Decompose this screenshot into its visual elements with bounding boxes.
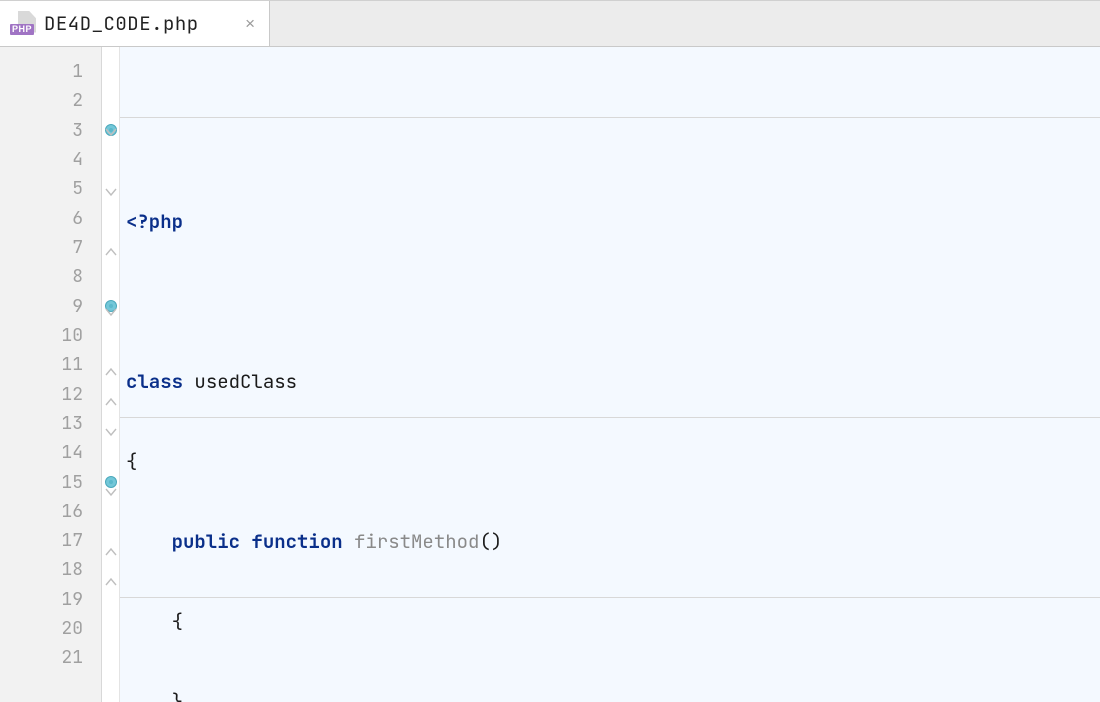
line-number[interactable]: 12	[0, 379, 101, 408]
fold-end-icon[interactable]	[102, 567, 119, 597]
php-file-icon: PHP	[10, 13, 36, 35]
code-line[interactable]: {	[120, 447, 1100, 477]
line-number[interactable]: 9 ↓	[0, 292, 101, 321]
line-number[interactable]: 11	[0, 350, 101, 379]
line-number[interactable]: 17	[0, 526, 101, 555]
line-number[interactable]: 1	[0, 57, 101, 86]
code-line[interactable]: }	[120, 687, 1100, 702]
line-number[interactable]	[0, 673, 101, 702]
code-line[interactable]: {	[120, 607, 1100, 637]
code-line[interactable]: public function firstMethod()	[120, 527, 1100, 557]
file-tab[interactable]: PHP DE4D_C0DE.php ×	[0, 1, 270, 46]
line-number[interactable]: 10	[0, 321, 101, 350]
line-number[interactable]: 4	[0, 145, 101, 174]
fold-end-icon[interactable]	[102, 237, 119, 267]
tab-bar: PHP DE4D_C0DE.php ×	[0, 0, 1100, 47]
fold-end-icon[interactable]	[102, 357, 119, 387]
editor: 1 2 3 ↓ 4 5 6 7 8 9 ↓ 10 11 12 13 14 15 …	[0, 47, 1100, 702]
line-number[interactable]: 16	[0, 497, 101, 526]
line-number[interactable]: 5	[0, 174, 101, 203]
line-number[interactable]: 14	[0, 438, 101, 467]
fold-column	[102, 47, 120, 702]
line-number[interactable]: 21	[0, 643, 101, 672]
line-number[interactable]: 6	[0, 204, 101, 233]
fold-toggle-icon[interactable]	[102, 477, 119, 507]
fold-toggle-icon[interactable]	[102, 297, 119, 327]
fold-toggle-icon[interactable]	[102, 417, 119, 447]
fold-toggle-icon[interactable]	[102, 177, 119, 207]
php-badge-label: PHP	[10, 24, 34, 35]
code-line[interactable]: <?php	[120, 207, 1100, 237]
close-icon[interactable]: ×	[245, 14, 255, 34]
block-separator	[120, 417, 1100, 418]
fold-toggle-icon[interactable]	[102, 117, 119, 147]
line-number[interactable]: 19	[0, 585, 101, 614]
line-number[interactable]: 13	[0, 409, 101, 438]
line-number[interactable]: 18	[0, 555, 101, 584]
line-number[interactable]: 3 ↓	[0, 116, 101, 145]
block-separator	[120, 597, 1100, 598]
code-line[interactable]	[120, 287, 1100, 317]
line-number[interactable]: 8	[0, 262, 101, 291]
code-area[interactable]: <?php class usedClass { public function …	[120, 47, 1100, 702]
line-number[interactable]: 20	[0, 614, 101, 643]
line-number[interactable]: 7	[0, 233, 101, 262]
line-number[interactable]: 2	[0, 86, 101, 115]
fold-end-icon[interactable]	[102, 537, 119, 567]
tab-filename: DE4D_C0DE.php	[44, 11, 237, 36]
code-line[interactable]: class usedClass	[120, 367, 1100, 397]
line-number-gutter: 1 2 3 ↓ 4 5 6 7 8 9 ↓ 10 11 12 13 14 15 …	[0, 47, 102, 702]
line-number[interactable]: 15 ↑	[0, 467, 101, 496]
fold-end-icon[interactable]	[102, 387, 119, 417]
block-separator	[120, 117, 1100, 118]
